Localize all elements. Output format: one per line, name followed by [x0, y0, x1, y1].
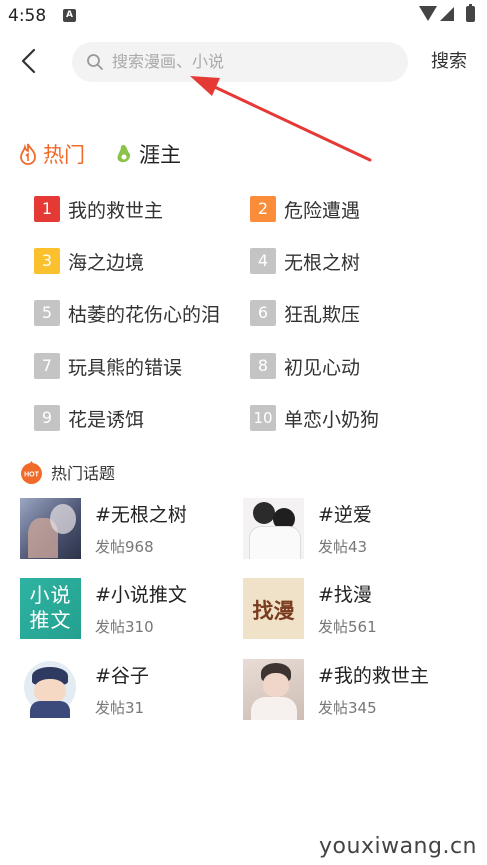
tab-yazhu[interactable]: 涯主 — [114, 136, 181, 172]
topic-name: #逆爱 — [318, 504, 372, 526]
topic-post-count: 发帖561 — [318, 618, 377, 636]
rank-title: 无根之树 — [284, 251, 361, 274]
topic-thumbnail: 找漫 — [243, 578, 304, 639]
hot-badge-text: HOT — [24, 471, 40, 478]
rank-title: 单恋小奶狗 — [284, 408, 380, 431]
rank-item-2[interactable]: 2 危险遭遇 — [250, 196, 360, 222]
back-button[interactable] — [14, 44, 48, 78]
topic-post-count: 发帖31 — [95, 699, 145, 717]
topic-item[interactable]: #逆爱 发帖43 — [243, 498, 372, 559]
flame-icon — [20, 143, 36, 165]
topic-post-count: 发帖43 — [318, 538, 368, 556]
rank-title: 枯萎的花伤心的泪 — [68, 303, 221, 326]
status-time: 4:58 — [8, 6, 47, 26]
signal-icon — [440, 7, 454, 21]
rank-number-badge: 1 — [34, 196, 60, 222]
hot-badge-icon: HOT — [21, 460, 42, 484]
tab-hot[interactable]: 热门 — [18, 136, 85, 172]
rank-title: 狂乱欺压 — [284, 303, 361, 326]
rank-number-badge: 2 — [250, 196, 276, 222]
rank-item-4[interactable]: 4 无根之树 — [250, 248, 360, 274]
topic-thumbnail: 小说推文 — [20, 578, 81, 639]
watermark: youxiwang.cn — [319, 834, 477, 859]
rank-item-1[interactable]: 1 我的救世主 — [34, 196, 163, 222]
rank-number-badge: 9 — [34, 405, 60, 431]
hot-topics-header: HOT 热门话题 — [20, 460, 115, 484]
topic-thumbnail-text: 找漫 — [252, 599, 295, 623]
tab-hot-label: 热门 — [43, 143, 85, 167]
search-button[interactable]: 搜索 — [422, 42, 476, 82]
topic-name: #我的救世主 — [318, 665, 429, 687]
rank-title: 初见心动 — [284, 356, 361, 379]
rank-item-3[interactable]: 3 海之边境 — [34, 248, 144, 274]
battery-icon — [466, 4, 475, 22]
rank-number-badge: 6 — [250, 300, 276, 326]
tab-yazhu-label: 涯主 — [139, 143, 181, 167]
rank-title: 花是诱饵 — [68, 408, 145, 431]
rank-number-badge: 3 — [34, 248, 60, 274]
topic-item[interactable]: 找漫 #找漫 发帖561 — [243, 578, 377, 639]
topic-thumbnail — [243, 659, 304, 720]
topic-name: #找漫 — [318, 584, 372, 606]
rank-number-badge: 4 — [250, 248, 276, 274]
rank-item-10[interactable]: 10 单恋小奶狗 — [250, 405, 379, 431]
topic-name: #无根之树 — [95, 504, 187, 526]
rank-title: 玩具熊的错误 — [68, 356, 183, 379]
topic-name: #谷子 — [95, 665, 149, 687]
rank-number-badge: 10 — [250, 405, 276, 431]
pear-icon — [117, 145, 131, 163]
rank-item-8[interactable]: 8 初见心动 — [250, 353, 360, 379]
topic-thumbnail — [20, 498, 81, 559]
rank-number-badge: 5 — [34, 300, 60, 326]
rank-item-7[interactable]: 7 玩具熊的错误 — [34, 353, 182, 379]
back-arrow-icon — [21, 48, 36, 74]
rank-title: 我的救世主 — [68, 199, 164, 222]
rank-title: 危险遭遇 — [284, 199, 361, 222]
topic-thumbnail-text: 小说推文 — [29, 583, 72, 632]
topic-post-count: 发帖968 — [95, 538, 154, 556]
rank-item-9[interactable]: 9 花是诱饵 — [34, 405, 144, 431]
topic-post-count: 发帖345 — [318, 699, 377, 717]
topic-item[interactable]: 小说推文 #小说推文 发帖310 — [20, 578, 187, 639]
topic-thumbnail — [20, 659, 81, 720]
topic-name: #小说推文 — [95, 584, 187, 606]
hot-topics-title: 热门话题 — [51, 464, 116, 483]
topic-post-count: 发帖310 — [95, 618, 154, 636]
annotation-arrow-icon — [190, 76, 372, 162]
rank-number-badge: 8 — [250, 353, 276, 379]
topic-item[interactable]: #无根之树 发帖968 — [20, 498, 187, 559]
topic-thumbnail — [243, 498, 304, 559]
topic-item[interactable]: #我的救世主 发帖345 — [243, 659, 429, 720]
search-icon — [87, 54, 103, 70]
topic-item[interactable]: #谷子 发帖31 — [20, 659, 149, 720]
rank-item-5[interactable]: 5 枯萎的花伤心的泪 — [34, 300, 220, 326]
rank-title: 海之边境 — [68, 251, 145, 274]
rank-number-badge: 7 — [34, 353, 60, 379]
notification-icon: A — [63, 9, 76, 22]
wifi-icon — [419, 6, 437, 21]
rank-item-6[interactable]: 6 狂乱欺压 — [250, 300, 360, 326]
